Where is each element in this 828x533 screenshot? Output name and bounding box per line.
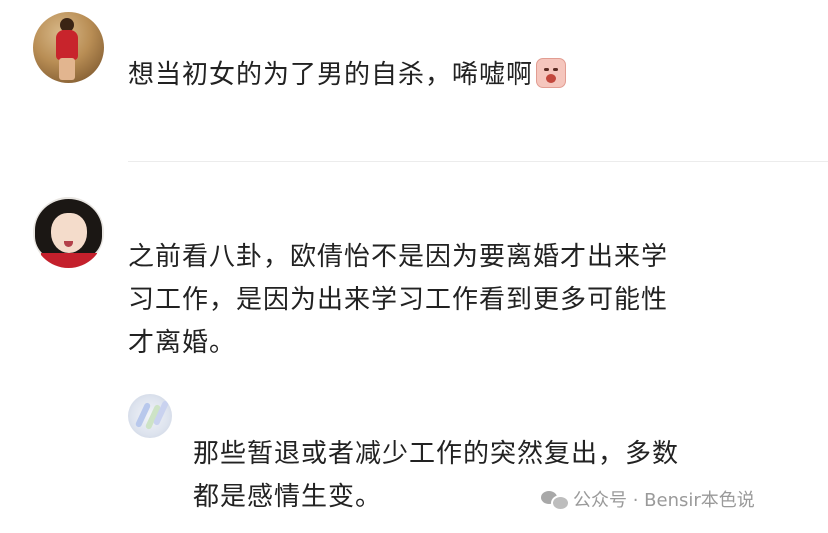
comment-divider bbox=[128, 161, 828, 162]
comment-line: 那些暂退或者减少工作的突然复出，多数 bbox=[193, 439, 680, 469]
avatar-figure-legs bbox=[59, 58, 75, 80]
reply-avatar[interactable] bbox=[128, 394, 172, 438]
comment-line: 之前看八卦，欧倩怡不是因为要离婚才出来学 bbox=[128, 242, 669, 272]
wechat-icon bbox=[541, 489, 570, 511]
avatar-shirt bbox=[41, 253, 97, 268]
comment-line: 习工作，是因为出来学习工作看到更多可能性 bbox=[128, 285, 669, 315]
comment-thread: 想当初女的为了男的自杀，唏嘘啊 之前看八卦，欧倩怡不是因为要离婚才出来学 习工作… bbox=[0, 0, 828, 533]
watermark: 公众号 · Bensir本色说 bbox=[541, 486, 755, 512]
avatar[interactable] bbox=[33, 197, 104, 268]
watermark-text: 公众号 · Bensir本色说 bbox=[573, 490, 755, 511]
comment-text: 想当初女的为了男的自杀，唏嘘啊 bbox=[128, 54, 567, 97]
comment-text: 之前看八卦，欧倩怡不是因为要离婚才出来学 习工作，是因为出来学习工作看到更多可能… bbox=[128, 236, 668, 365]
comment-line: 想当初女的为了男的自杀，唏嘘啊 bbox=[128, 60, 534, 90]
crying-face-emoji-icon bbox=[536, 58, 567, 88]
avatar-figure-body bbox=[56, 30, 78, 60]
avatar[interactable] bbox=[33, 12, 104, 83]
avatar-face bbox=[51, 213, 87, 253]
comment-line: 才离婚。 bbox=[128, 328, 237, 358]
